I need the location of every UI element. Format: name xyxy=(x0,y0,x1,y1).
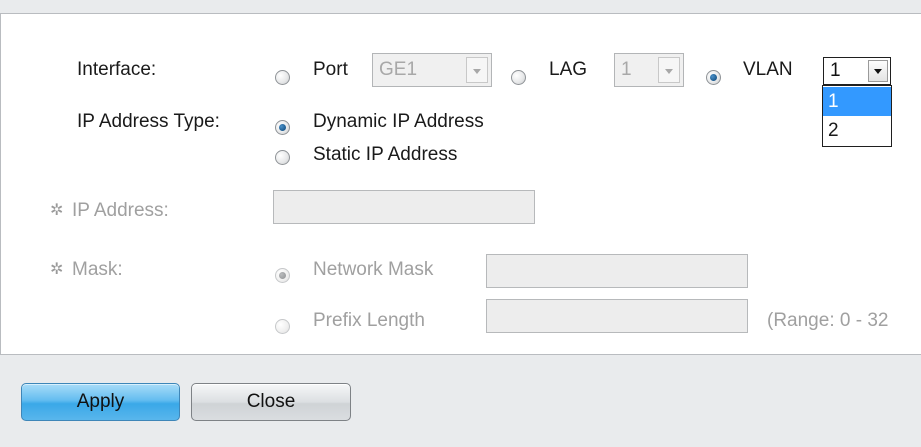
lag-select[interactable]: 1 xyxy=(614,53,684,87)
vlan-select-value: 1 xyxy=(830,60,841,81)
prefix-length-input[interactable] xyxy=(486,299,748,333)
lag-radio[interactable] xyxy=(511,70,526,85)
mask-label: Mask: xyxy=(72,259,123,280)
ip-address-label: IP Address: xyxy=(72,200,169,221)
vlan-option-1[interactable]: 1 xyxy=(823,87,891,116)
chevron-down-icon[interactable] xyxy=(868,60,888,82)
apply-button[interactable]: Apply xyxy=(21,383,180,421)
vlan-dropdown-list: 1 2 xyxy=(822,85,892,147)
chevron-down-icon xyxy=(466,57,488,83)
chevron-down-icon xyxy=(658,57,680,83)
port-select[interactable]: GE1 xyxy=(372,53,492,87)
lag-select-value: 1 xyxy=(621,59,632,80)
vlan-option-2[interactable]: 2 xyxy=(823,116,891,145)
form-panel: Interface: Port GE1 LAG 1 VLAN 1 IP Addr… xyxy=(0,13,921,355)
vlan-label: VLAN xyxy=(743,59,793,80)
prefix-length-label: Prefix Length xyxy=(313,310,425,331)
network-mask-input[interactable] xyxy=(486,254,748,288)
port-label: Port xyxy=(313,59,348,80)
network-mask-radio[interactable] xyxy=(275,268,290,283)
lag-label: LAG xyxy=(549,59,588,80)
close-button[interactable]: Close xyxy=(191,383,351,421)
ip-type-label: IP Address Type: xyxy=(77,111,220,132)
static-ip-label: Static IP Address xyxy=(313,144,458,165)
port-radio[interactable] xyxy=(275,70,290,85)
network-mask-label: Network Mask xyxy=(313,259,434,280)
vlan-radio[interactable] xyxy=(706,70,721,85)
gear-icon: ✲ xyxy=(50,202,64,219)
ip-address-input[interactable] xyxy=(273,190,535,224)
interface-label: Interface: xyxy=(77,59,157,80)
vlan-select[interactable]: 1 xyxy=(823,57,891,85)
range-hint: (Range: 0 - 32 xyxy=(767,310,889,331)
static-ip-radio[interactable] xyxy=(275,150,290,165)
dynamic-ip-label: Dynamic IP Address xyxy=(313,111,484,132)
port-select-value: GE1 xyxy=(379,59,418,80)
dynamic-ip-radio[interactable] xyxy=(275,120,290,135)
gear-icon: ✲ xyxy=(50,261,64,278)
prefix-length-radio[interactable] xyxy=(275,319,290,334)
